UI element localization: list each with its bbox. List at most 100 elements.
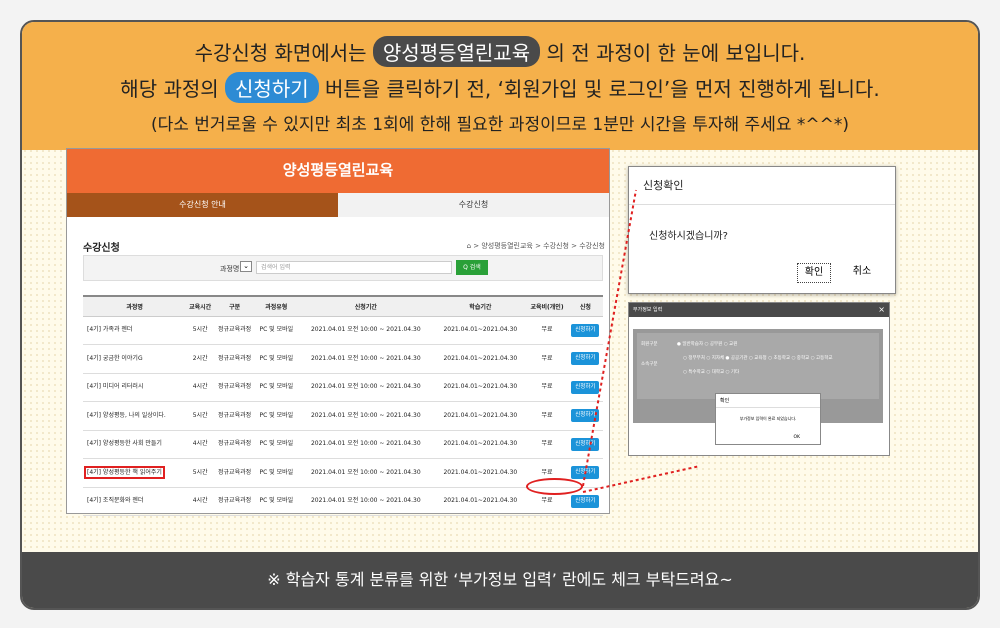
apply-button[interactable]: 신청하기	[571, 409, 600, 423]
cell-apply: 2021.04.01 오전 10:00 ~ 2021.04.30	[297, 373, 435, 402]
cell-apply: 2021.04.01 오전 10:00 ~ 2021.04.30	[297, 487, 435, 516]
course-list-screenshot: 양성평등열린교육 수강신청 안내 수강신청 수강신청 ⌂ > 양성평등열린교육 …	[66, 148, 610, 516]
course-name: [4기] 양성평등한 책 읽어주기	[84, 465, 165, 479]
course-name-pill: 양성평등열린교육	[372, 36, 541, 67]
header-line-1: 수강신청 화면에서는 양성평등열린교육 의 전 과정이 한 눈에 보입니다.	[22, 36, 978, 67]
course-name: [4기] 양성평등한 사회 만들기	[87, 440, 162, 448]
cell-hours: 4시간	[186, 487, 214, 516]
cell-apply: 2021.04.01 오전 10:00 ~ 2021.04.30	[297, 401, 435, 431]
cell-apply: 2021.04.01 오전 10:00 ~ 2021.04.30	[297, 430, 435, 459]
apply-cell: 신청하기	[567, 316, 603, 345]
course-name: [4기] 궁금한 이야기G	[87, 354, 143, 362]
cell-fee: 무료	[526, 430, 568, 459]
apply-button[interactable]: 신청하기	[571, 323, 600, 337]
affiliation-label: 소속구분	[641, 362, 658, 367]
search-label: 과정명	[220, 265, 240, 273]
cell-apply: 2021.04.01 오전 10:00 ~ 2021.04.30	[297, 316, 435, 345]
column-header: 학습기간	[434, 295, 527, 317]
cell-study: 2021.04.01~2021.04.30	[434, 430, 527, 459]
dialog-message: 신청하시겠습니까?	[649, 231, 728, 242]
header-text: 해당 과정의	[120, 77, 219, 101]
header-text: 버튼을 클릭하기 전, ‘회원가입 및 로그인’을 먼저 진행하게 됩니다.	[324, 77, 880, 101]
close-icon[interactable]: ×	[878, 303, 885, 317]
apply-button[interactable]: 신청하기	[571, 437, 600, 451]
cell-type: PC 및 모바일	[255, 344, 298, 374]
column-header: 신청기간	[297, 295, 435, 317]
table-row: [4기] 궁금한 이야기G 2시간 정규교육과정 PC 및 모바일 2021.04.01…	[83, 344, 603, 374]
cancel-button[interactable]: 취소	[845, 263, 879, 283]
apply-cell: 신청하기	[567, 430, 603, 459]
confirm-button[interactable]: 확인	[797, 263, 831, 283]
table-row: [4기] 양성평등, 나의 일상이다. 5시간 정규교육과정 PC 및 모바일 2021…	[83, 401, 603, 431]
course-table: 과정명 교육시간 구분 과정유형 신청기간 학습기간 교육비(개인) 신청 [4기] 가족과 …	[83, 295, 603, 516]
member-type-label: 회원구분	[641, 342, 658, 347]
search-bar: 과정명 ⌄ 검색어 입력 Q 검색	[83, 255, 603, 281]
column-header: 과정유형	[255, 295, 298, 317]
breadcrumb: ⌂ > 양성평등열린교육 > 수강신청 > 수강신청	[466, 242, 605, 250]
highlight-circle	[526, 478, 583, 495]
cell-kind: 정규교육과정	[213, 344, 256, 374]
search-button[interactable]: Q 검색	[456, 260, 488, 275]
dialog-title: 신청확인	[629, 167, 895, 205]
column-header: 과정명	[83, 295, 187, 317]
cell-hours: 5시간	[186, 458, 214, 488]
apply-pill: 신청하기	[225, 72, 319, 103]
course-name: [4기] 조직문화와 젠더	[87, 497, 144, 505]
popup-title: 부가정보 입력 ×	[629, 303, 889, 317]
cell-study: 2021.04.01~2021.04.30	[434, 458, 527, 488]
cell-study: 2021.04.01~2021.04.30	[434, 316, 527, 345]
table-row: [4기] 가족과 젠더 5시간 정규교육과정 PC 및 모바일 2021.04.01 오…	[83, 316, 603, 345]
cell-kind: 정규교육과정	[213, 316, 256, 345]
table-row: [4기] 양성평등한 책 읽어주기 5시간 정규교육과정 PC 및 모바일 2021.0…	[83, 458, 603, 488]
table-row: [4기] 미디어 리터러시 4시간 정규교육과정 PC 및 모바일 2021.04.01…	[83, 373, 603, 402]
search-input[interactable]: 검색어 입력	[256, 261, 452, 274]
cell-study: 2021.04.01~2021.04.30	[434, 401, 527, 431]
header-line-3: (다소 번거로울 수 있지만 최초 1회에 한해 필요한 과정이므로 1분만 시…	[150, 115, 850, 135]
mini-ok-button[interactable]: OK	[794, 435, 801, 440]
extra-info-form: 회원구분 ● 일반학습자 ○ 공무원 ○ 교원 소속구분 ○ 정부부처 ○ 지자…	[637, 333, 879, 399]
cell-kind: 정규교육과정	[213, 487, 256, 516]
apply-cell: 신청하기	[567, 344, 603, 374]
apply-button[interactable]: 신청하기	[571, 380, 600, 394]
cell-type: PC 및 모바일	[255, 487, 298, 516]
confirm-dialog: 신청확인 신청하시겠습니까? 확인 취소	[628, 166, 896, 294]
section-title: 수강신청	[83, 243, 120, 254]
tab-apply[interactable]: 수강신청	[338, 193, 609, 217]
extra-info-popup: 부가정보 입력 × 회원구분 ● 일반학습자 ○ 공무원 ○ 교원 소속구분 ○…	[628, 302, 890, 456]
header-text: 의 전 과정이 한 눈에 보입니다.	[546, 41, 806, 65]
apply-button[interactable]: 신청하기	[571, 352, 600, 366]
apply-cell: 신청하기	[567, 373, 603, 402]
chevron-down-icon[interactable]: ⌄	[240, 261, 252, 272]
cell-type: PC 및 모바일	[255, 316, 298, 345]
cell-kind: 정규교육과정	[213, 458, 256, 488]
apply-button[interactable]: 신청하기	[571, 466, 600, 480]
cell-fee: 무료	[526, 316, 568, 345]
popup-title-text: 부가정보 입력	[633, 307, 663, 313]
column-header: 구분	[213, 295, 256, 317]
table-row: [4기] 조직문화와 젠더 4시간 정규교육과정 PC 및 모바일 2021.04.01…	[83, 487, 603, 516]
header-banner: 수강신청 화면에서는 양성평등열린교육 의 전 과정이 한 눈에 보입니다. 해…	[22, 22, 978, 150]
cell-hours: 4시간	[186, 430, 214, 459]
affiliation-options-a[interactable]: ○ 정부부처 ○ 지자체 ● 공공기관 ○ 교육청 ○ 초등학교 ○ 중학교 ○…	[683, 355, 833, 361]
header-text: 수강신청 화면에서는	[194, 41, 367, 65]
table-header-row: 과정명 교육시간 구분 과정유형 신청기간 학습기간 교육비(개인) 신청	[83, 295, 603, 317]
cell-hours: 5시간	[186, 401, 214, 431]
column-header: 교육시간	[186, 295, 214, 317]
cell-kind: 정규교육과정	[213, 373, 256, 402]
mini-dialog-message: 부가정보 입력이 완료 되었습니다.	[739, 416, 797, 421]
affiliation-row: 소속구분	[641, 361, 658, 367]
member-type-row: 회원구분 ● 일반학습자 ○ 공무원 ○ 교원	[641, 341, 737, 347]
apply-button[interactable]: 신청하기	[571, 494, 600, 508]
affiliation-options-b[interactable]: ○ 특수학교 ○ 대학교 ○ 기타	[683, 369, 739, 375]
cell-type: PC 및 모바일	[255, 458, 298, 488]
cell-type: PC 및 모바일	[255, 401, 298, 431]
table-row: [4기] 양성평등한 사회 만들기 4시간 정규교육과정 PC 및 모바일 2021.0…	[83, 430, 603, 459]
cell-kind: 정규교육과정	[213, 401, 256, 431]
cell-fee: 무료	[526, 373, 568, 402]
footer-note: ※ 학습자 통계 분류를 위한 ‘부가정보 입력’ 란에도 체크 부탁드려요~	[22, 552, 978, 608]
cell-type: PC 및 모바일	[255, 373, 298, 402]
tab-bar: 수강신청 안내 수강신청	[67, 193, 609, 217]
member-type-options[interactable]: ● 일반학습자 ○ 공무원 ○ 교원	[677, 342, 737, 347]
tab-guide[interactable]: 수강신청 안내	[67, 193, 338, 217]
cell-study: 2021.04.01~2021.04.30	[434, 344, 527, 374]
